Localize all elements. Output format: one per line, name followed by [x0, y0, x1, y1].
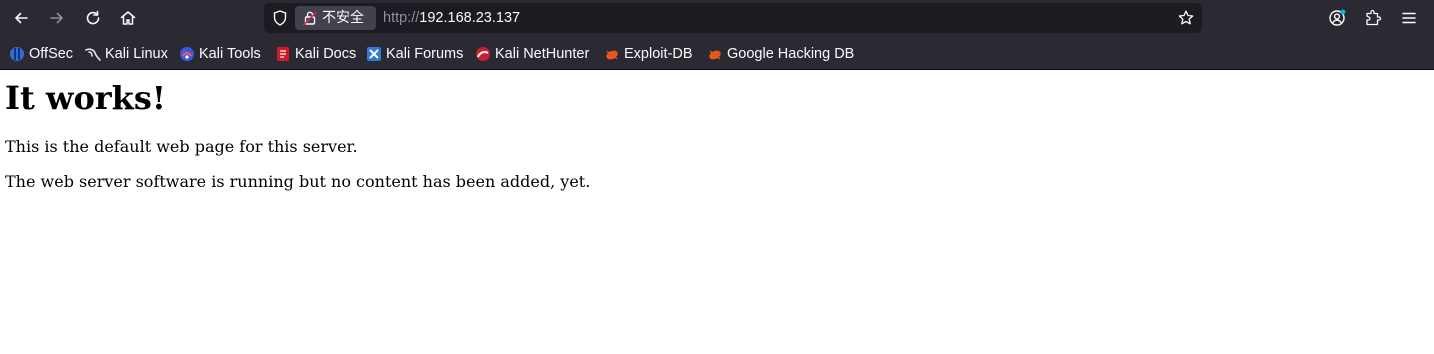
browser-chrome: 不安全 http://192.168.23.137 OffSec Kali Li…	[0, 0, 1434, 70]
google-hacking-db-bug-icon	[709, 50, 721, 60]
offsec-favicon	[10, 47, 24, 61]
account-icon	[1329, 9, 1346, 26]
page-content: It works! This is the default web page f…	[0, 71, 1434, 354]
home-button[interactable]	[115, 6, 141, 30]
account-button[interactable]	[1324, 6, 1350, 30]
bookmark-label: Kali Forums	[386, 46, 464, 62]
bookmark-label: OffSec	[29, 46, 74, 62]
insecure-label: 不安全	[322, 10, 364, 26]
extensions-button[interactable]	[1360, 6, 1386, 30]
bookmark-label: Kali NetHunter	[495, 46, 590, 62]
navigation-toolbar: 不安全 http://192.168.23.137	[0, 0, 1434, 36]
bookmark-label: Kali Docs	[295, 46, 357, 62]
kali-dragon-icon	[85, 48, 101, 61]
menu-button[interactable]	[1396, 6, 1422, 30]
page-paragraph-default: This is the default web page for this se…	[5, 137, 358, 156]
arrow-right-icon	[50, 12, 63, 24]
forward-button[interactable]	[44, 6, 70, 30]
insecure-lock-icon	[303, 11, 317, 26]
url-text[interactable]: http://192.168.23.137	[383, 9, 520, 27]
home-icon	[120, 11, 136, 25]
puzzle-piece-icon	[1366, 9, 1382, 26]
bookmark-exploit-db[interactable]: Exploit-DB	[604, 44, 693, 64]
kali-docs-icon	[277, 47, 289, 61]
bookmark-kali-tools[interactable]: Kali Tools	[179, 44, 261, 64]
kali-nethunter-icon	[476, 47, 490, 61]
bookmark-kali-linux[interactable]: Kali Linux	[85, 44, 168, 64]
bookmark-label: Exploit-DB	[624, 46, 693, 62]
exploit-db-bug-icon	[606, 50, 618, 60]
tracking-protection-shield-icon[interactable]	[271, 9, 289, 27]
reload-icon	[86, 10, 100, 25]
bookmark-label: Kali Linux	[105, 46, 168, 62]
bookmark-kali-nethunter[interactable]: Kali NetHunter	[475, 44, 589, 64]
bookmark-google-hacking-db[interactable]: Google Hacking DB	[707, 44, 854, 64]
bookmark-star-icon[interactable]	[1177, 9, 1195, 27]
bookmark-kali-forums[interactable]: Kali Forums	[366, 44, 463, 64]
reload-button[interactable]	[80, 6, 106, 30]
url-scheme: http://	[383, 10, 420, 26]
bookmark-offsec[interactable]: OffSec	[9, 44, 73, 64]
page-heading: It works!	[5, 79, 166, 117]
url-bar[interactable]: 不安全 http://192.168.23.137	[264, 3, 1202, 33]
url-host: 192.168.23.137	[419, 10, 521, 26]
kali-forums-icon	[367, 47, 381, 61]
bookmark-label: Google Hacking DB	[727, 46, 855, 62]
bookmarks-toolbar: OffSec Kali Linux Kali Tools Kali Docs K…	[0, 40, 1434, 68]
bookmark-kali-docs[interactable]: Kali Docs	[275, 44, 356, 64]
page-paragraph-running: The web server software is running but n…	[5, 172, 591, 191]
back-button[interactable]	[8, 6, 34, 30]
arrow-left-icon	[15, 12, 28, 24]
hamburger-menu-icon	[1402, 12, 1416, 24]
connection-insecure-button[interactable]: 不安全	[295, 6, 376, 30]
bookmark-label: Kali Tools	[199, 46, 261, 62]
kali-tools-icon	[180, 47, 194, 61]
